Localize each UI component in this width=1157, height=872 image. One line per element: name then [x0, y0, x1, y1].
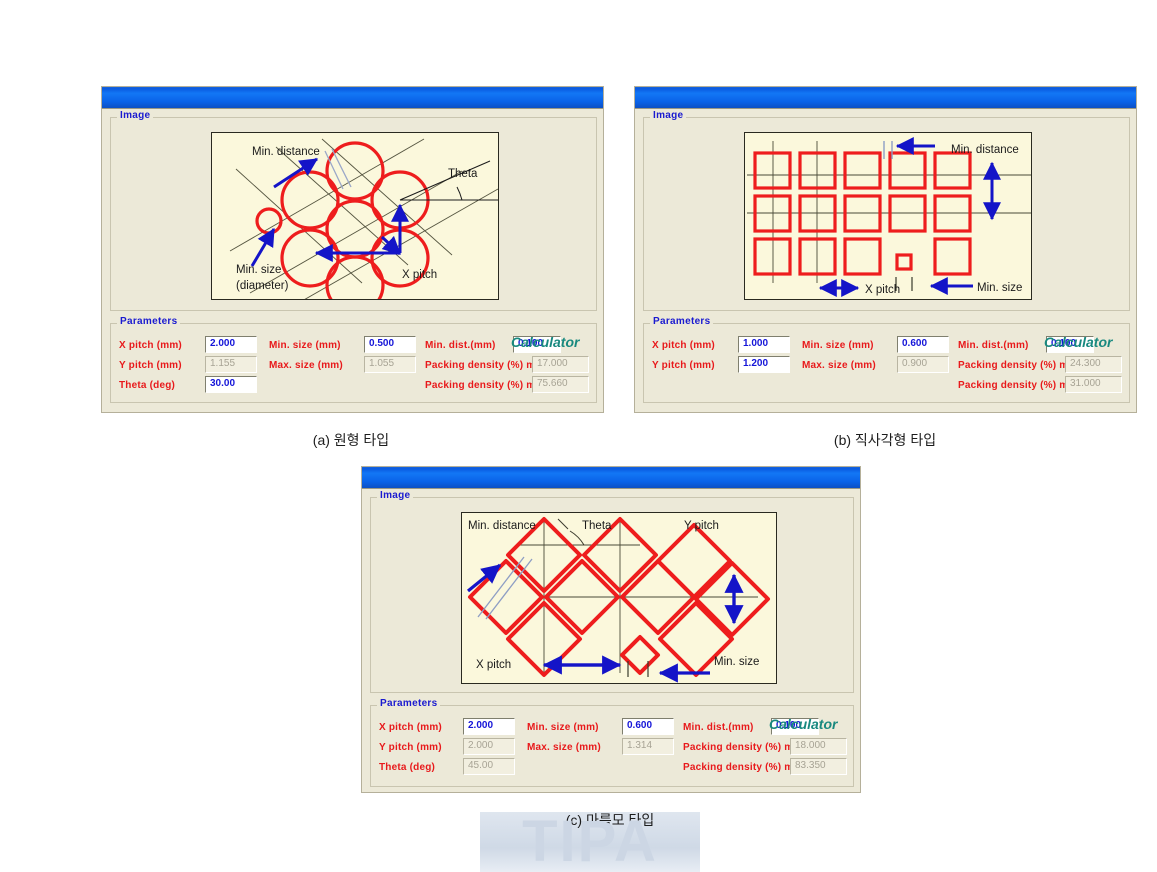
field-packing-min: 24.300 [1065, 356, 1122, 373]
image-group-rhombus: Image Min. distance Theta Y pitch X pitc… [370, 490, 854, 693]
label-x-pitch: X pitch (mm) [379, 722, 442, 733]
field-max-size: 1.314 [622, 738, 674, 755]
label-max-size: Max. size (mm) [527, 742, 601, 753]
diagram-canvas-rhombus: Min. distance Theta Y pitch X pitch Min.… [461, 512, 777, 684]
caption-circle: (a) 원형 타입 [312, 432, 390, 448]
figure-root: TIPA Image Min. distance Theta Min. size… [0, 0, 1157, 872]
title-bar-rectangle[interactable] [635, 87, 1136, 109]
label-min-distance-rect: Min. distance [951, 144, 1019, 156]
field-y-pitch: 1.155 [205, 356, 257, 373]
calculator-label-rhombus: Calculator [769, 716, 838, 732]
label-min-dist: Min. dist.(mm) [958, 340, 1029, 351]
field-theta: 45.00 [463, 758, 515, 775]
field-packing-max: 31.000 [1065, 376, 1122, 393]
label-min-size: Min. size (mm) [802, 340, 874, 351]
label-packing-min: Packing density (%) min [958, 360, 1078, 371]
label-max-size: Max. size (mm) [802, 360, 876, 371]
label-min-distance-circle: Min. distance [252, 146, 320, 158]
field-theta[interactable]: 30.00 [205, 376, 257, 393]
title-bar-circle[interactable] [102, 87, 603, 109]
image-group-rectangle: Image Min. distance X pitch Min. size [643, 110, 1130, 311]
label-min-distance-rhombus: Min. distance [468, 520, 536, 532]
rhombus-diagram-svg: Min. distance Theta Y pitch X pitch Min.… [466, 517, 770, 683]
diagram-canvas-circle: Min. distance Theta Min. size (diameter)… [211, 132, 499, 300]
label-theta-rhombus: Theta [582, 520, 612, 532]
parameters-group-label-circle: Parameters [117, 316, 181, 327]
parameters-group-label-rectangle: Parameters [650, 316, 714, 327]
window-rhombus-type: Image Min. distance Theta Y pitch X pitc… [361, 466, 861, 793]
field-x-pitch[interactable]: 2.000 [205, 336, 257, 353]
label-y-pitch: Y pitch (mm) [119, 360, 182, 371]
label-packing-max: Packing density (%) max [958, 380, 1080, 391]
label-x-pitch-rhombus: X pitch [476, 659, 511, 671]
label-theta-circle: Theta [448, 168, 478, 180]
label-min-size-sub-circle: (diameter) [236, 280, 289, 292]
label-min-size: Min. size (mm) [269, 340, 341, 351]
label-min-size-rect: Min. size [977, 282, 1022, 294]
square-shapes [753, 151, 972, 276]
label-min-size: Min. size (mm) [527, 722, 599, 733]
field-min-size[interactable]: 0.500 [364, 336, 416, 353]
rectangle-diagram-svg: Min. distance X pitch Min. size [747, 137, 1031, 297]
theta-arc-rhombus [557, 518, 585, 546]
label-x-pitch-rect: X pitch [865, 284, 900, 296]
field-y-pitch: 2.000 [463, 738, 515, 755]
label-min-size-circle: Min. size [236, 264, 281, 276]
label-x-pitch: X pitch (mm) [119, 340, 182, 351]
label-packing-max: Packing density (%) max [683, 762, 805, 773]
field-packing-max: 75.660 [532, 376, 589, 393]
image-group-label-circle: Image [117, 110, 154, 121]
label-x-pitch: X pitch (mm) [652, 340, 715, 351]
title-bar-rhombus[interactable] [362, 467, 860, 489]
field-packing-max: 83.350 [790, 758, 847, 775]
field-packing-min: 17.000 [532, 356, 589, 373]
field-min-size[interactable]: 0.600 [622, 718, 674, 735]
label-y-pitch: Y pitch (mm) [379, 742, 442, 753]
caption-rectangle: (b) 직사각형 타입 [833, 432, 937, 448]
label-min-size-rhombus: Min. size [714, 656, 759, 668]
label-min-dist: Min. dist.(mm) [425, 340, 496, 351]
field-y-pitch[interactable]: 1.200 [738, 356, 790, 373]
parameters-group-circle: Parameters X pitch (mm) 2.000 Y pitch (m… [110, 316, 597, 403]
label-packing-max: Packing density (%) max [425, 380, 547, 391]
field-x-pitch[interactable]: 1.000 [738, 336, 790, 353]
label-theta: Theta (deg) [119, 380, 176, 391]
label-x-pitch-circle: X pitch [402, 269, 437, 281]
window-rectangle-type: Image Min. distance X pitch Min. size Pa… [634, 86, 1137, 413]
label-y-pitch: Y pitch (mm) [652, 360, 715, 371]
label-packing-min: Packing density (%) min [683, 742, 803, 753]
image-group-label-rhombus: Image [377, 490, 414, 501]
field-max-size: 1.055 [364, 356, 416, 373]
label-theta: Theta (deg) [379, 762, 436, 773]
image-group-label-rectangle: Image [650, 110, 687, 121]
theta-angle-lines [399, 160, 498, 201]
diagram-canvas-rectangle: Min. distance X pitch Min. size [744, 132, 1032, 300]
calculator-label-rectangle: Calculator [1044, 334, 1113, 350]
min-distance-marks-rhombus [477, 556, 533, 620]
parameters-group-rectangle: Parameters X pitch (mm) 1.000 Y pitch (m… [643, 316, 1130, 403]
field-packing-min: 18.000 [790, 738, 847, 755]
parameters-group-rhombus: Parameters X pitch (mm) 2.000 Y pitch (m… [370, 698, 854, 787]
parameters-group-label-rhombus: Parameters [377, 698, 441, 709]
circle-diagram-svg: Min. distance Theta Min. size (diameter)… [229, 138, 498, 299]
label-max-size: Max. size (mm) [269, 360, 343, 371]
field-max-size: 0.900 [897, 356, 949, 373]
label-packing-min: Packing density (%) min [425, 360, 545, 371]
window-circle-type: Image Min. distance Theta Min. size (dia… [101, 86, 604, 413]
field-x-pitch[interactable]: 2.000 [463, 718, 515, 735]
field-min-size[interactable]: 0.600 [897, 336, 949, 353]
label-min-dist: Min. dist.(mm) [683, 722, 754, 733]
image-group-circle: Image Min. distance Theta Min. size (dia… [110, 110, 597, 311]
watermark-text: TIPA [522, 809, 658, 872]
label-y-pitch-rhombus: Y pitch [684, 520, 719, 532]
calculator-label-circle: Calculator [511, 334, 580, 350]
